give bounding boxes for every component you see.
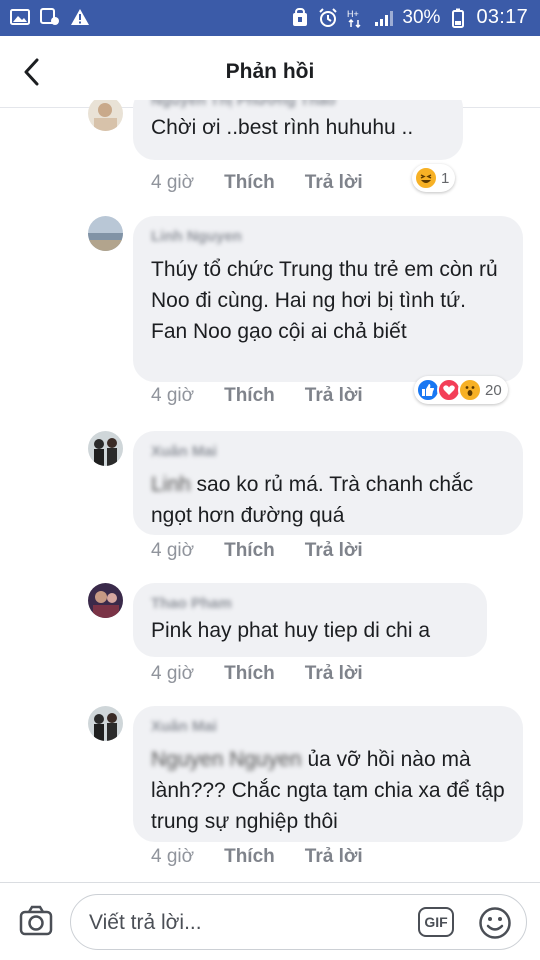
- mention-tag[interactable]: Nguyen Nguyen: [151, 748, 302, 771]
- avatar[interactable]: [88, 100, 123, 131]
- reaction-summary[interactable]: 20: [414, 376, 508, 404]
- reply-button[interactable]: Trả lời: [305, 663, 363, 685]
- reply-bar: Viết trả lời... GIF: [0, 882, 540, 960]
- alert-icon: [70, 8, 90, 26]
- like-button[interactable]: Thích: [224, 663, 275, 685]
- avatar[interactable]: [88, 431, 123, 466]
- reply-button[interactable]: Trả lời: [305, 172, 363, 194]
- comment-text: Thúy tổ chức Trung thu trẻ em còn rủ Noo…: [151, 258, 498, 343]
- comment-author[interactable]: Xuân Mai: [151, 443, 505, 463]
- alarm-icon: [318, 7, 338, 27]
- comment-body: sao ko rủ má. Trà chanh chắc ngọt hơn đư…: [151, 473, 474, 527]
- haha-icon: [414, 166, 438, 190]
- comment-actions: 4 giờ Thích Trả lời: [151, 846, 363, 868]
- page-title: Phản hồi: [225, 60, 315, 83]
- reaction-summary[interactable]: 1: [412, 164, 456, 192]
- comment-bubble[interactable]: Xuân Mai Linh sao ko rủ má. Trà chanh ch…: [133, 431, 523, 535]
- comment-bubble[interactable]: Thao Pham Pink hay phat huy tiep di chi …: [133, 583, 487, 657]
- reply-button[interactable]: Trả lời: [305, 385, 363, 407]
- reply-button[interactable]: Trả lời: [305, 540, 363, 562]
- comment-author[interactable]: Xuân Mai: [151, 718, 505, 738]
- comment-time[interactable]: 4 giờ: [151, 385, 194, 407]
- reaction-count: 20: [485, 381, 502, 399]
- like-button[interactable]: Thích: [224, 540, 275, 562]
- wow-icon: [458, 378, 482, 402]
- comment-actions: 4 giờ Thích Trả lời: [151, 540, 363, 562]
- mention-tag[interactable]: Linh: [151, 473, 191, 496]
- comment-time[interactable]: 4 giờ: [151, 540, 194, 562]
- comment-time[interactable]: 4 giờ: [151, 172, 194, 194]
- battery-percent: 30%: [402, 6, 441, 28]
- comment-author[interactable]: Linh Nguyen: [151, 228, 505, 248]
- camera-button[interactable]: [18, 903, 54, 939]
- avatar[interactable]: [88, 583, 123, 618]
- clock: 03:17: [476, 6, 528, 28]
- comment-text: Linh sao ko rủ má. Trà chanh chắc ngọt h…: [151, 469, 505, 531]
- comment-bubble[interactable]: Linh Nguyen Thúy tổ chức Trung thu trẻ e…: [133, 216, 523, 382]
- reaction-count: 1: [441, 169, 450, 187]
- comment-actions: 4 giờ Thích Trả lời: [151, 172, 363, 194]
- emoji-icon: [479, 907, 511, 939]
- nfc-icon: [290, 7, 310, 27]
- image-icon: [10, 8, 30, 26]
- reply-input[interactable]: Viết trả lời... GIF: [70, 894, 527, 950]
- comment-author[interactable]: Thao Pham: [151, 595, 469, 615]
- header: Phản hồi: [0, 36, 540, 108]
- like-button[interactable]: Thích: [224, 846, 275, 868]
- comment-text: Nguyen Nguyen ủa vỡ hồi nào mà lành??? C…: [151, 744, 505, 837]
- battery-icon: [448, 8, 468, 28]
- gif-button[interactable]: GIF: [418, 907, 454, 937]
- avatar[interactable]: [88, 706, 123, 741]
- comment-actions: 4 giờ Thích Trả lời: [151, 663, 363, 685]
- reply-button[interactable]: Trả lời: [305, 846, 363, 868]
- comment-bubble[interactable]: Nguyễn Thị Phương Thảo Chời ơi ..best rì…: [133, 100, 463, 160]
- camera-icon: [19, 905, 53, 936]
- comment-author[interactable]: Nguyễn Thị Phương Thảo: [151, 100, 445, 112]
- emoji-button[interactable]: [478, 906, 512, 940]
- comment-bubble[interactable]: Xuân Mai Nguyen Nguyen ủa vỡ hồi nào mà …: [133, 706, 523, 842]
- reply-placeholder: Viết trả lời...: [89, 911, 202, 934]
- comment-time[interactable]: 4 giờ: [151, 663, 194, 685]
- signal-icon: [374, 9, 394, 27]
- status-bar: H+ 30% 03:17: [0, 0, 540, 36]
- comment-actions: 4 giờ Thích Trả lời: [151, 385, 363, 407]
- like-button[interactable]: Thích: [224, 172, 275, 194]
- svg-text:H+: H+: [347, 9, 359, 19]
- like-button[interactable]: Thích: [224, 385, 275, 407]
- messenger-icon: [40, 8, 60, 26]
- comment-time[interactable]: 4 giờ: [151, 846, 194, 868]
- data-icon: H+: [346, 9, 366, 28]
- comment-list[interactable]: Nguyễn Thị Phương Thảo Chời ơi ..best rì…: [0, 100, 540, 882]
- avatar[interactable]: [88, 216, 123, 251]
- comment-text: Pink hay phat huy tiep di chi a: [151, 619, 431, 642]
- comment-text: Chời ơi ..best rình huhuhu ..: [151, 116, 414, 139]
